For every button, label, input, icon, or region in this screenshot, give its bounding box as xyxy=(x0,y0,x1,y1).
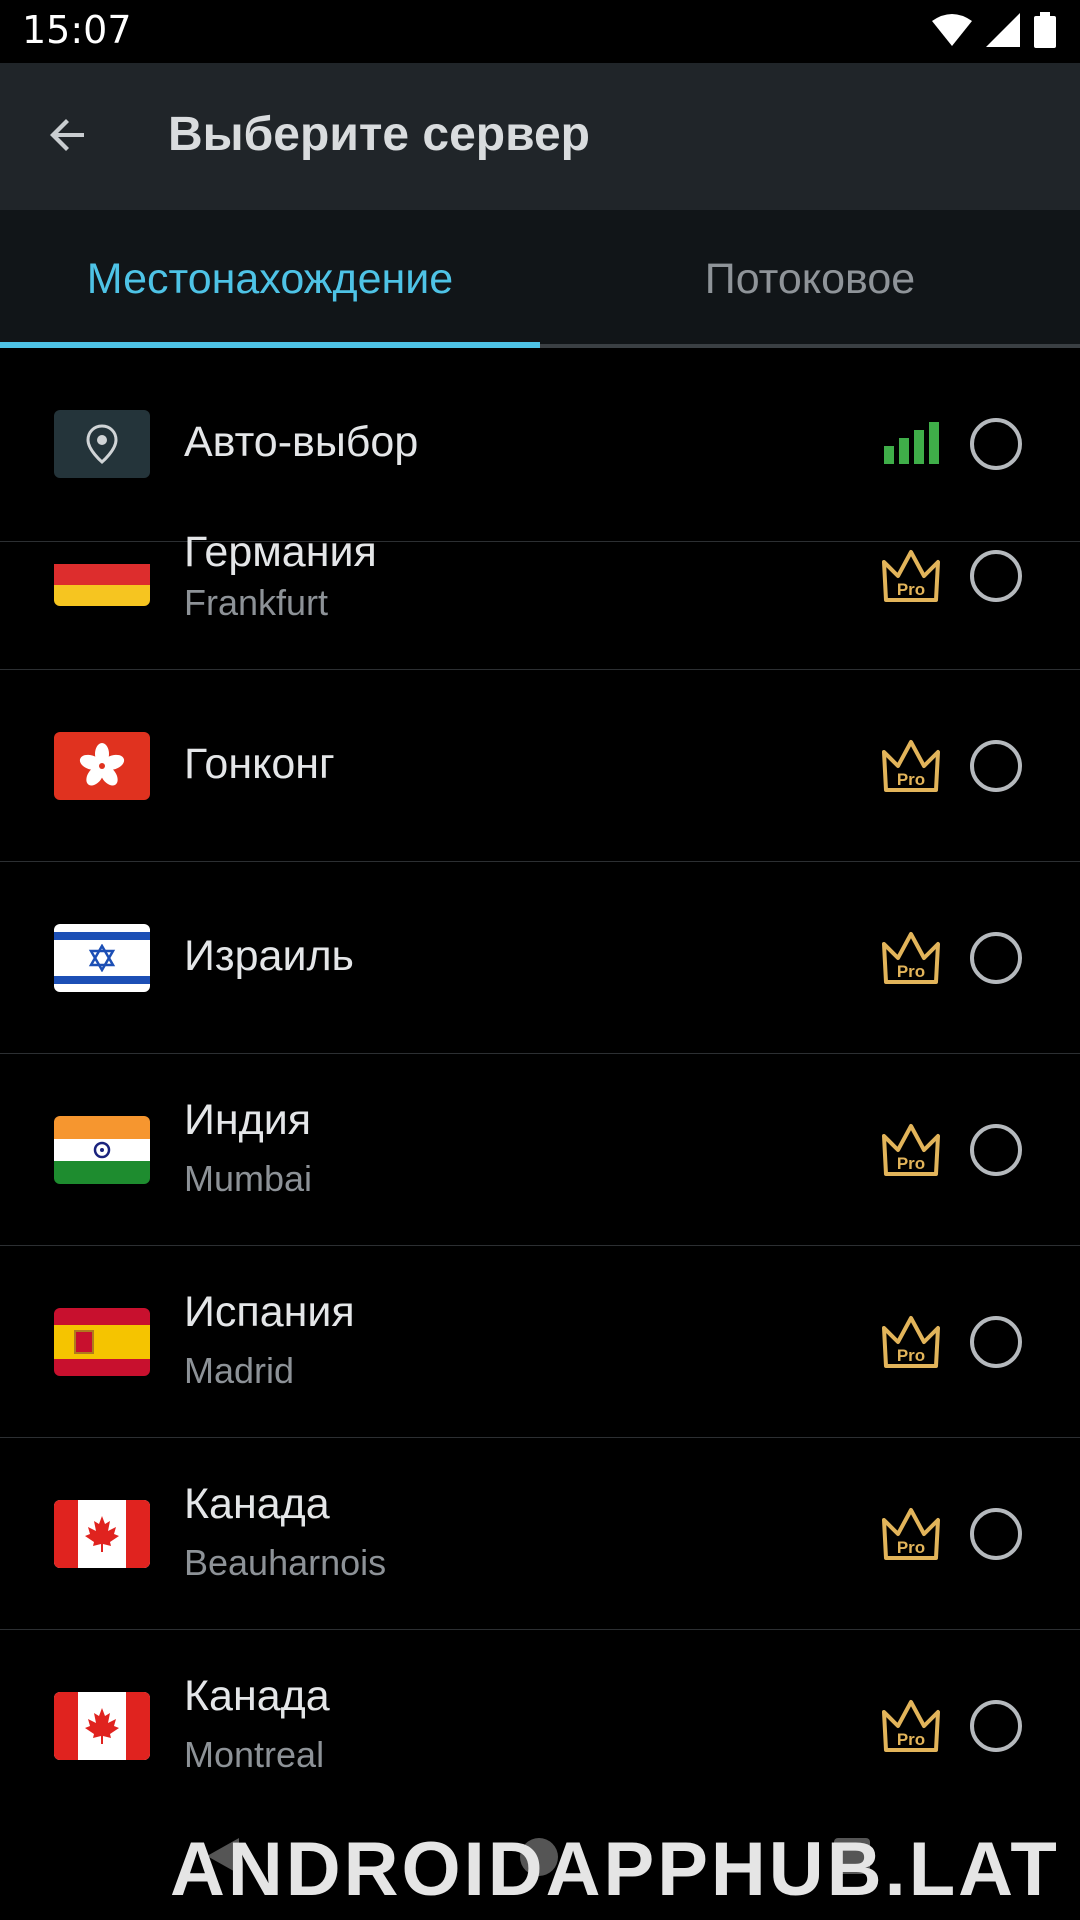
pro-crown-icon: Pro xyxy=(882,550,940,602)
svg-text:Pro: Pro xyxy=(897,1730,925,1749)
radio-button[interactable] xyxy=(970,1124,1022,1176)
radio-button[interactable] xyxy=(970,932,1022,984)
status-time: 15:07 xyxy=(22,8,132,52)
radio-button[interactable] xyxy=(970,1700,1022,1752)
pro-crown-icon: Pro xyxy=(882,1316,940,1368)
tab-location[interactable]: Местонахождение xyxy=(0,210,540,348)
svg-text:Pro: Pro xyxy=(897,962,925,981)
status-icons xyxy=(932,12,1056,48)
server-city: Frankfurt xyxy=(184,582,329,623)
list-item-server[interactable]: Израиль Pro xyxy=(0,862,1080,1054)
list-item-auto-select[interactable]: Авто-выбор xyxy=(0,348,1080,542)
flag-ca xyxy=(54,1692,150,1760)
flag-in xyxy=(54,1116,150,1184)
svg-text:Pro: Pro xyxy=(897,770,925,789)
svg-text:Pro: Pro xyxy=(897,1538,925,1557)
server-country: Индия xyxy=(184,1096,312,1144)
battery-icon xyxy=(1034,12,1056,48)
radio-button[interactable] xyxy=(970,1316,1022,1368)
flag-hk xyxy=(54,732,150,800)
server-country: Канада xyxy=(184,1480,330,1528)
svg-text:Pro: Pro xyxy=(897,1154,925,1173)
signal-strength-icon xyxy=(884,422,939,464)
radio-button[interactable] xyxy=(970,740,1022,792)
pro-crown-icon: Pro xyxy=(882,1508,940,1560)
screen: 15:07 Выберите сервер Местонахождение По… xyxy=(0,0,1080,1920)
page-title: Выберите сервер xyxy=(168,108,590,161)
radio-button[interactable] xyxy=(970,1508,1022,1560)
pro-crown-icon: Pro xyxy=(882,932,940,984)
server-country: Германия xyxy=(184,528,377,576)
server-country: Гонконг xyxy=(184,740,335,788)
server-country: Испания xyxy=(184,1288,355,1336)
server-city: Beauharnois xyxy=(184,1542,387,1583)
server-city: Madrid xyxy=(184,1350,295,1391)
server-city: Mumbai xyxy=(184,1158,313,1199)
list-item-server[interactable]: Германия Frankfurt Pro xyxy=(0,528,1080,670)
radio-button[interactable] xyxy=(970,418,1022,470)
server-country: Израиль xyxy=(184,932,354,980)
flag-il xyxy=(54,924,150,992)
tab-bar: Местонахождение Потоковое xyxy=(0,210,1080,348)
arrow-back-icon xyxy=(50,119,84,151)
server-list[interactable]: Авто-выбор Германия Frankfurt Pro Гонкон… xyxy=(0,348,1080,1920)
server-city: Montreal xyxy=(184,1734,325,1775)
auto-select-label: Авто-выбор xyxy=(184,418,419,466)
back-button[interactable] xyxy=(36,103,100,167)
radio-button[interactable] xyxy=(970,550,1022,602)
svg-text:Pro: Pro xyxy=(897,580,925,599)
pro-crown-icon: Pro xyxy=(882,1124,940,1176)
list-item-server[interactable]: Испания Madrid Pro xyxy=(0,1246,1080,1438)
cell-signal-icon xyxy=(986,13,1020,47)
list-item-server[interactable]: Гонконг Pro xyxy=(0,670,1080,862)
svg-text:Pro: Pro xyxy=(897,1346,925,1365)
tab-streaming[interactable]: Потоковое xyxy=(540,210,1080,348)
list-item-server[interactable]: Канада Beauharnois Pro xyxy=(0,1438,1080,1630)
flag-de xyxy=(54,542,150,606)
flag-ca xyxy=(54,1500,150,1568)
pro-crown-icon: Pro xyxy=(882,740,940,792)
location-pin-icon xyxy=(54,410,150,478)
watermark: ANDROIDAPPHUB.LAT xyxy=(170,1827,1060,1912)
app-bar: Выберите сервер xyxy=(0,63,1080,210)
server-country: Канада xyxy=(184,1672,330,1720)
list-item-server[interactable]: Канада Montreal Pro xyxy=(0,1630,1080,1822)
list-item-server[interactable]: Индия Mumbai Pro xyxy=(0,1054,1080,1246)
status-bar: 15:07 xyxy=(0,0,1080,63)
pro-crown-icon: Pro xyxy=(882,1700,940,1752)
wifi-icon xyxy=(932,14,972,46)
flag-es xyxy=(54,1308,150,1376)
